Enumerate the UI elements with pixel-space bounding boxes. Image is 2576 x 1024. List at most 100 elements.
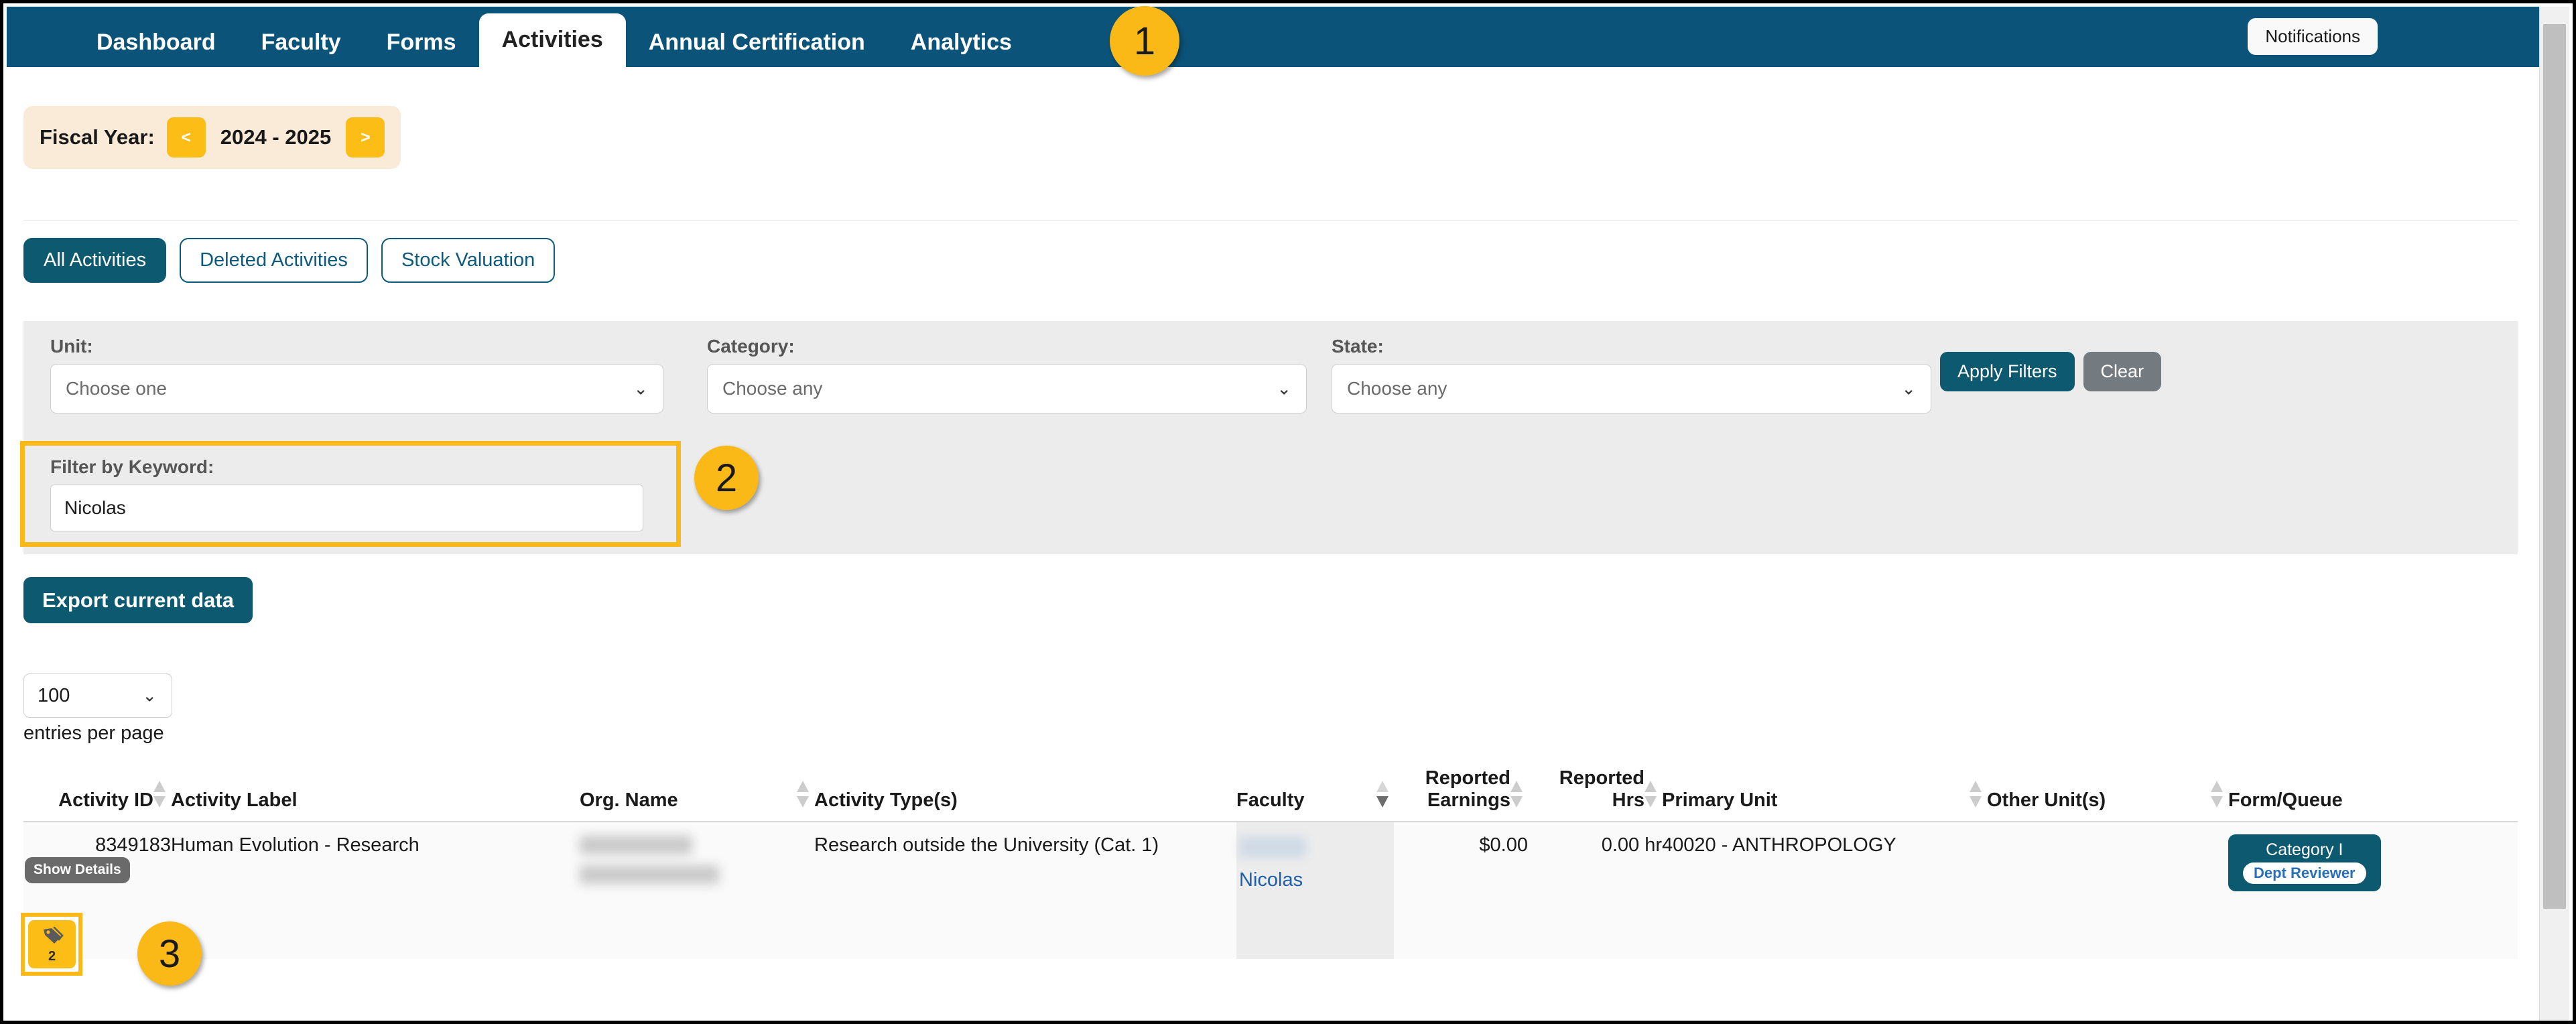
chevron-down-icon: ⌄ [1901,378,1916,399]
show-details-button[interactable]: Show Details [25,857,130,883]
entries-per-page-value: 100 [38,684,70,706]
unit-select[interactable]: Choose one ⌄ [50,364,663,413]
keyword-filter-label: Filter by Keyword: [50,456,214,477]
chevron-down-icon: ⌄ [1277,378,1291,399]
keyword-search-input[interactable]: Nicolas [50,485,643,531]
tab-all-activities[interactable]: All Activities [23,238,167,283]
cell-reported-earnings: $0.00 [1394,822,1528,959]
cell-primary-unit: 40020 - ANTHROPOLOGY [1662,822,1987,959]
redaction-block [580,836,692,854]
column-header-primary-unit[interactable]: Primary Unit [1662,767,1987,822]
callout-marker-2: 2 [694,446,759,510]
form-queue-badge[interactable]: Category I Dept Reviewer [2228,834,2381,892]
category-select-value: Choose any [722,378,823,399]
form-queue-label: Dept Reviewer [2243,862,2366,885]
sort-arrows-icon [2211,781,2223,808]
category-filter-field: Category: Choose any ⌄ [707,337,1307,413]
tab-stock-valuation[interactable]: Stock Valuation [381,238,556,283]
column-header-activity-id[interactable]: Activity ID [23,767,171,822]
cell-activity-label: Human Evolution - Research [171,822,580,959]
cell-org-name [580,822,814,959]
redacted-org-name [580,834,814,884]
notifications-button[interactable]: Notifications [2248,18,2378,55]
faculty-link[interactable]: Nicolas [1239,869,1303,891]
column-header-primary-unit-label: Primary Unit [1662,789,1778,811]
table-header: Activity ID Activity Label Org. Name Act… [23,767,2518,822]
table-body: 8349183 Human Evolution - Research Resea… [23,822,2518,959]
nav-item-dashboard[interactable]: Dashboard [74,31,239,67]
nav-item-list: Dashboard Faculty Forms Activities Annua… [7,7,1035,67]
column-header-org-name-label: Org. Name [580,789,678,811]
state-select[interactable]: Choose any ⌄ [1332,364,1931,413]
tab-deleted-activities[interactable]: Deleted Activities [180,238,368,283]
unit-filter-field: Unit: Choose one ⌄ [50,337,663,413]
column-header-reported-hrs-label: Reported Hrs [1559,767,1645,811]
fiscal-year-next-button[interactable]: > [346,117,385,157]
form-category-label: Category I [2266,840,2343,859]
callout-marker-3: 3 [137,921,202,986]
entries-per-page-select[interactable]: 100 ⌄ [23,674,172,718]
column-header-reported-earnings[interactable]: Reported Earnings [1394,767,1528,822]
unit-select-value: Choose one [66,378,168,399]
apply-filters-button[interactable]: Apply Filters [1940,352,2075,391]
page-scrollbar[interactable] [2539,7,2569,1021]
filter-action-group: Apply Filters Clear [1940,352,2162,391]
sort-arrows-icon [153,781,166,808]
nav-item-analytics[interactable]: Analytics [888,31,1035,67]
clear-filters-button[interactable]: Clear [2083,352,2162,391]
fiscal-year-bar: Fiscal Year: < 2024 - 2025 > [23,106,401,169]
cell-form-queue: Category I Dept Reviewer [2228,822,2518,959]
sort-arrows-icon [1645,781,1657,808]
column-header-form-queue[interactable]: Form/Queue [2228,767,2518,822]
nav-item-faculty[interactable]: Faculty [239,31,364,67]
fiscal-year-prev-button[interactable]: < [166,117,206,157]
fiscal-year-label: Fiscal Year: [40,125,155,149]
activities-table: Activity ID Activity Label Org. Name Act… [23,767,2518,959]
cell-faculty: Nicolas [1236,822,1394,959]
tag-attachments-button[interactable]: 2 [28,920,76,968]
table-header-row: Activity ID Activity Label Org. Name Act… [23,767,2518,822]
nav-item-forms[interactable]: Forms [364,31,479,67]
column-header-other-units-label: Other Unit(s) [1987,789,2106,811]
column-header-activity-label-label: Activity Label [171,789,298,811]
column-header-org-name[interactable]: Org. Name [580,767,814,822]
column-header-activity-label[interactable]: Activity Label [171,767,580,822]
view-tab-group: All Activities Deleted Activities Stock … [23,238,556,283]
state-select-value: Choose any [1347,378,1447,399]
nav-item-annual-certification[interactable]: Annual Certification [626,31,888,67]
keyword-filter-field: Filter by Keyword: Nicolas [50,458,643,531]
entries-per-page-caption: entries per page [23,722,164,744]
redaction-block [580,865,719,884]
column-header-faculty-label: Faculty [1236,789,1305,811]
tag-count: 2 [48,949,56,964]
column-header-other-units[interactable]: Other Unit(s) [1987,767,2228,822]
column-header-reported-hrs[interactable]: Reported Hrs [1528,767,1662,822]
export-current-data-button[interactable]: Export current data [23,577,253,623]
column-header-activity-types[interactable]: Activity Type(s) [814,767,1236,822]
state-filter-field: State: Choose any ⌄ [1332,337,1931,413]
tag-icon [41,925,64,948]
page-scrollbar-thumb[interactable] [2543,24,2566,909]
sort-arrows-icon [1510,781,1523,808]
sort-arrows-icon [797,781,809,808]
chevron-down-icon: ⌄ [142,685,157,706]
unit-filter-label: Unit: [50,336,93,357]
state-filter-label: State: [1332,336,1384,357]
top-navbar: Dashboard Faculty Forms Activities Annua… [7,7,2547,67]
callout-marker-1: 1 [1110,6,1179,76]
app-window: Dashboard Faculty Forms Activities Annua… [0,0,2576,1024]
column-header-faculty[interactable]: Faculty [1236,767,1394,822]
cell-other-units [1987,822,2228,959]
category-select[interactable]: Choose any ⌄ [707,364,1307,413]
cell-reported-hrs: 0.00 hr [1528,822,1662,959]
column-header-form-queue-label: Form/Queue [2228,789,2343,811]
table-row[interactable]: 8349183 Human Evolution - Research Resea… [23,822,2518,959]
column-header-reported-earnings-label: Reported Earnings [1425,767,1510,811]
cell-activity-types: Research outside the University (Cat. 1) [814,822,1236,959]
category-filter-label: Category: [707,336,795,357]
redacted-faculty-name [1239,837,1306,857]
column-header-activity-types-label: Activity Type(s) [814,789,958,811]
chevron-down-icon: ⌄ [633,378,648,399]
fiscal-year-value: 2024 - 2025 [220,125,332,149]
nav-item-activities[interactable]: Activities [478,13,626,67]
